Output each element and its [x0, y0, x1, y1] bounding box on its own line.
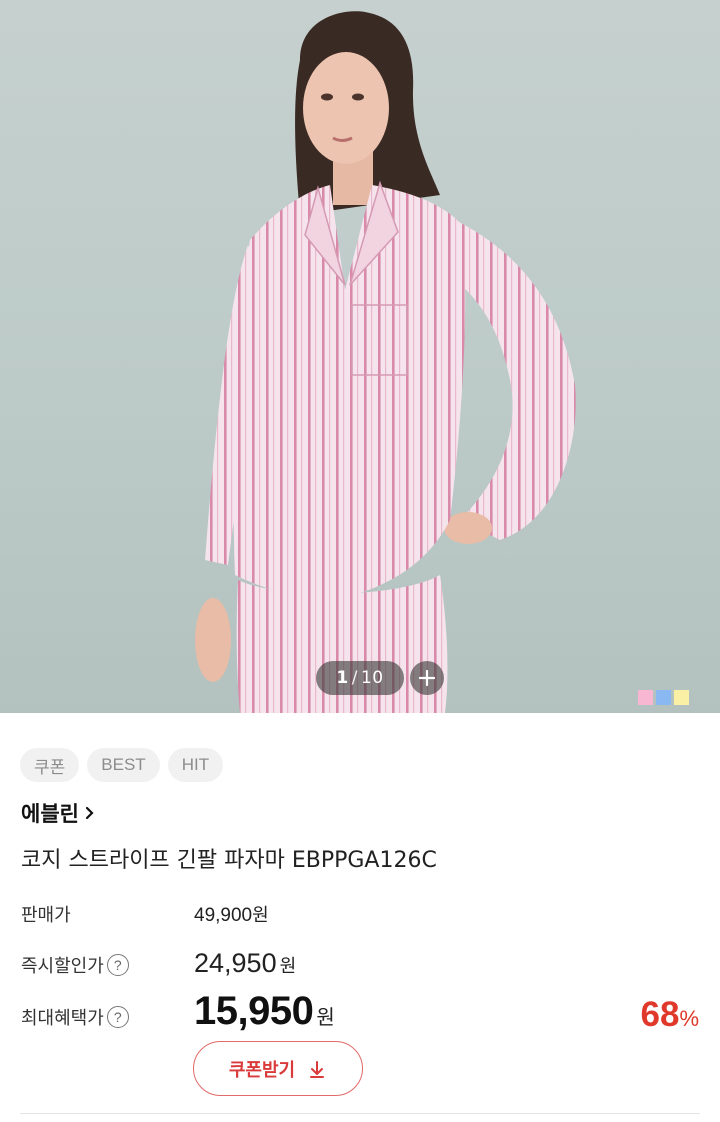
discount-rate: 68%	[641, 995, 700, 1035]
plus-icon	[419, 670, 435, 686]
image-counter-separator: /	[351, 668, 358, 688]
max-benefit-label-wrap: 최대혜택가 ?	[21, 1004, 194, 1030]
get-coupon-button[interactable]: 쿠폰받기	[193, 1041, 363, 1096]
product-title: 코지 스트라이프 긴팔 파자마 EBPPGA126C	[21, 848, 437, 873]
discount-rate-value: 68	[640, 995, 680, 1034]
color-swatch-blue[interactable]	[656, 690, 671, 705]
chevron-right-icon	[85, 806, 94, 820]
color-swatch-yellow[interactable]	[674, 690, 689, 705]
section-divider	[20, 1113, 700, 1114]
product-image-gallery[interactable]: 1 / 10	[0, 0, 720, 713]
discount-rate-unit: %	[679, 1006, 699, 1031]
instant-discount-label-wrap: 즉시할인가 ?	[21, 952, 194, 978]
max-benefit-label: 최대혜택가	[21, 1008, 104, 1029]
expand-gallery-button[interactable]	[410, 661, 444, 695]
brand-name: 에블린	[21, 802, 79, 826]
max-benefit-value: 15,950	[194, 989, 314, 1033]
sale-price-value: 49,900	[194, 905, 253, 926]
instant-discount-label: 즉시할인가	[21, 956, 104, 977]
color-swatch-pink[interactable]	[638, 690, 653, 705]
image-counter-total: 10	[360, 668, 384, 688]
help-icon[interactable]: ?	[106, 954, 129, 976]
help-icon[interactable]: ?	[106, 1006, 129, 1028]
instant-discount-row: 즉시할인가 ? 24,950 원	[21, 948, 296, 979]
sale-price-label: 판매가	[21, 905, 71, 926]
instant-discount-value: 24,950	[194, 948, 277, 978]
instant-discount-unit: 원	[279, 956, 297, 977]
color-swatches	[638, 690, 689, 705]
image-counter-current: 1	[336, 668, 349, 688]
sale-price-unit: 원	[252, 905, 269, 926]
sale-price-row: 판매가 49,900 원	[21, 901, 269, 927]
brand-link[interactable]: 에블린	[21, 798, 95, 828]
tag-best: BEST	[87, 748, 160, 782]
tag-coupon: 쿠폰	[20, 748, 80, 782]
tag-hit: HIT	[167, 748, 224, 782]
image-counter: 1 / 10	[316, 661, 404, 695]
max-benefit-unit: 원	[316, 1005, 335, 1029]
product-tags: 쿠폰 BEST HIT	[20, 748, 224, 782]
get-coupon-label: 쿠폰받기	[228, 1059, 296, 1081]
download-icon	[310, 1060, 325, 1078]
max-benefit-row: 최대혜택가 ? 15,950 원	[21, 989, 335, 1034]
product-photo	[195, 11, 576, 713]
